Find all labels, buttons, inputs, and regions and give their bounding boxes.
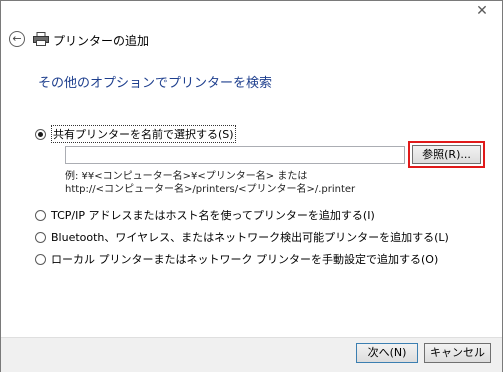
radio-label: 共有プリンターを名前で選択する(S) — [51, 125, 236, 143]
radio-button[interactable] — [35, 209, 46, 221]
title-bar: ✕ — [1, 1, 502, 27]
page-headline: その他のオプションでプリンターを検索 — [38, 76, 273, 91]
radio-button[interactable] — [35, 253, 46, 265]
radio-option-bluetooth[interactable]: Bluetooth、ワイヤレス、またはネットワーク検出可能プリンターを追加する(… — [35, 229, 449, 245]
window-title: プリンターの追加 — [53, 34, 150, 48]
next-button[interactable]: 次へ(N) — [356, 343, 418, 363]
example-line-1: 例: ¥¥<コンピューター名>¥<プリンター名> または — [65, 171, 308, 182]
wizard-header: ← プリンターの追加 — [1, 27, 502, 55]
radio-button[interactable] — [35, 128, 46, 140]
radio-button[interactable] — [35, 231, 46, 243]
add-printer-window: ✕ ← プリンターの追加 その他のオプションでプリンターを検索 共有プリンターを… — [0, 0, 503, 372]
close-button[interactable]: ✕ — [474, 3, 490, 19]
browse-button[interactable]: 参照(R)... — [412, 145, 481, 164]
example-line-2: http://<コンピューター名>/printers/<プリンター名>/.pri… — [65, 184, 356, 195]
radio-label: Bluetooth、ワイヤレス、またはネットワーク検出可能プリンターを追加する(… — [51, 231, 449, 244]
radio-option-tcpip[interactable]: TCP/IP アドレスまたはホスト名を使ってプリンターを追加する(I) — [35, 207, 375, 223]
printer-icon — [33, 32, 49, 46]
radio-label: ローカル プリンターまたはネットワーク プリンターを手動設定で追加する(O) — [51, 253, 439, 266]
cancel-button[interactable]: キャンセル — [424, 343, 491, 363]
radio-label: TCP/IP アドレスまたはホスト名を使ってプリンターを追加する(I) — [51, 209, 375, 222]
example-text: 例: ¥¥<コンピューター名>¥<プリンター名> または http://<コンピ… — [65, 170, 355, 196]
radio-option-local[interactable]: ローカル プリンターまたはネットワーク プリンターを手動設定で追加する(O) — [35, 251, 438, 267]
back-arrow-icon: ← — [12, 32, 22, 45]
radio-option-share-name[interactable]: 共有プリンターを名前で選択する(S) — [35, 125, 236, 143]
printer-path-input[interactable] — [65, 146, 405, 164]
close-icon: ✕ — [476, 3, 488, 19]
back-button[interactable]: ← — [9, 31, 25, 47]
